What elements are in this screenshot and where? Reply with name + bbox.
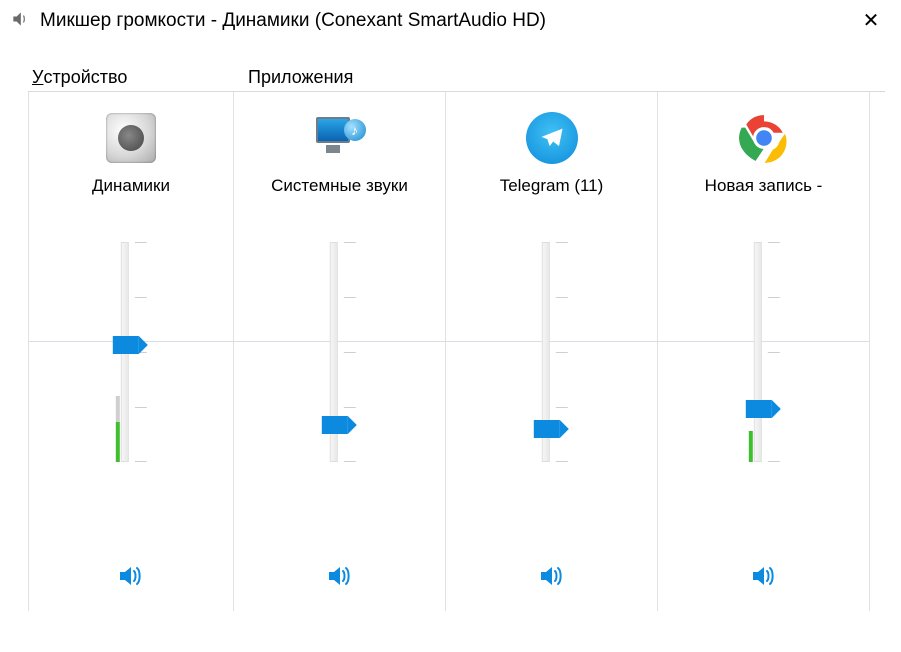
app-slider-area bbox=[234, 242, 445, 492]
close-button[interactable]: ✕ bbox=[851, 8, 891, 33]
device-volume-slider[interactable] bbox=[113, 242, 139, 462]
app-name-label: Telegram (11) bbox=[500, 176, 604, 196]
app-column-system-sounds: ♪ Системные звуки bbox=[234, 92, 446, 611]
app-name-label: Новая запись - bbox=[705, 176, 823, 196]
section-labels: Устройство Приложения bbox=[0, 67, 901, 91]
telegram-icon[interactable] bbox=[522, 108, 582, 168]
app-mute-button[interactable] bbox=[751, 565, 777, 591]
app-column-telegram: Telegram (11) bbox=[446, 92, 658, 611]
device-slider-area bbox=[29, 242, 233, 492]
app-mute-button[interactable] bbox=[327, 565, 353, 591]
app-volume-slider[interactable] bbox=[745, 242, 771, 462]
title-bar: Микшер громкости - Динамики (Conexant Sm… bbox=[0, 0, 901, 39]
app-slider-area bbox=[446, 242, 657, 492]
speaker-icon bbox=[10, 9, 30, 33]
app-name-label: Системные звуки bbox=[271, 176, 408, 196]
app-slider-area bbox=[658, 242, 869, 492]
window-title: Микшер громкости - Динамики (Conexant Sm… bbox=[40, 10, 841, 32]
device-name-label: Динамики bbox=[92, 176, 170, 196]
mixer-columns: Динамики ♪ bbox=[28, 91, 885, 611]
app-volume-slider[interactable] bbox=[533, 242, 559, 462]
app-volume-slider[interactable] bbox=[321, 242, 347, 462]
chrome-icon[interactable] bbox=[734, 108, 794, 168]
system-sounds-icon[interactable]: ♪ bbox=[310, 108, 370, 168]
speaker-device-icon[interactable] bbox=[101, 108, 161, 168]
apps-section-label: Приложения bbox=[248, 67, 353, 88]
app-column-chrome: Новая запись - bbox=[658, 92, 870, 611]
app-mute-button[interactable] bbox=[539, 565, 565, 591]
device-mute-button[interactable] bbox=[118, 565, 144, 591]
device-section-label: Устройство bbox=[32, 67, 43, 88]
device-column: Динамики bbox=[28, 92, 234, 611]
